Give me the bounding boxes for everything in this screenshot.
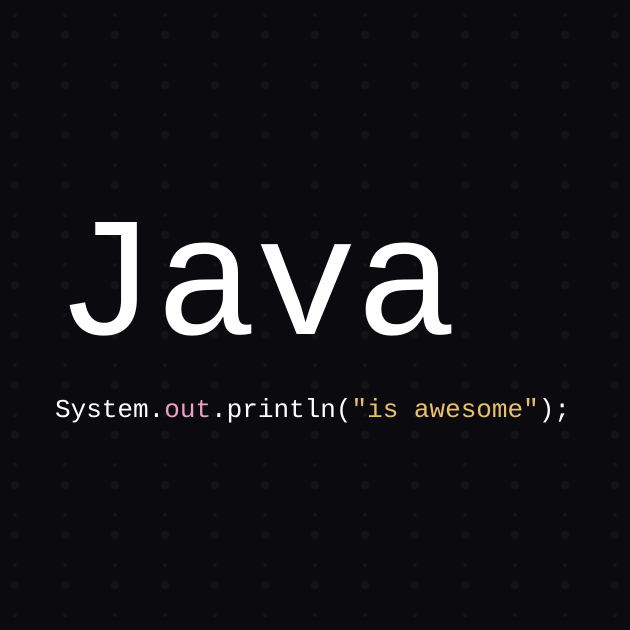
code-line: System.out.println("is awesome"); <box>55 395 630 425</box>
code-dot2: . <box>211 395 227 425</box>
code-semicolon: ; <box>554 395 570 425</box>
java-title: Java <box>55 205 630 375</box>
code-paren-open: ( <box>336 395 352 425</box>
code-paren-close: ) <box>539 395 555 425</box>
code-out: out <box>164 395 211 425</box>
code-system: System <box>55 395 149 425</box>
code-string: "is awesome" <box>351 395 538 425</box>
code-dot1: . <box>149 395 165 425</box>
code-println: println <box>227 395 336 425</box>
